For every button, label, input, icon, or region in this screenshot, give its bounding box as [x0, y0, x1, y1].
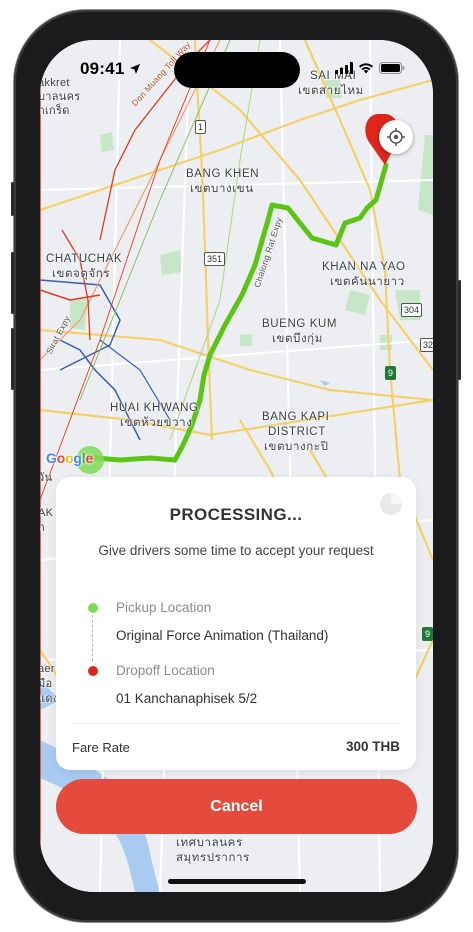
map-label-edge-mid-2: AK [40, 507, 54, 519]
map-label-bang-kapi-thai: เขตบางกะปิ [264, 441, 329, 453]
road-shield-9a: 9 [385, 366, 397, 380]
map-label-edge-low-2: มือ [40, 678, 53, 690]
processing-card: PROCESSING... Give drivers some time to … [56, 477, 416, 770]
cancel-button[interactable]: Cancel [56, 779, 417, 834]
location-arrow-icon [130, 64, 141, 74]
dropoff-dot-icon [88, 666, 98, 676]
home-indicator[interactable] [168, 879, 306, 884]
pickup-label: Pickup Location [116, 600, 212, 615]
map-label-bang-kapi-district: DISTRICT [268, 426, 326, 438]
map-label-huai-khwang-thai: เขตห้วยขวาง [120, 417, 193, 429]
card-title: PROCESSING... [169, 505, 303, 524]
screen: SAI MAI เขตสายไหม BANG KHEN เขตบางเขน CH… [40, 40, 433, 892]
power-button [458, 280, 461, 380]
map-label-samut-2: สมุทรปราการ [176, 852, 250, 864]
dropoff-value: 01 Kanchanaphisek 5/2 [116, 691, 258, 706]
map-label-bang-kapi: BANG KAPI [262, 411, 330, 423]
road-shield-32: 32 [420, 338, 433, 352]
dynamic-island [174, 52, 300, 88]
pickup-dot-icon [88, 603, 98, 613]
map-label-bueng-kum: BUENG KUM [262, 318, 338, 330]
map-label-edge-low-1: aer [40, 663, 55, 675]
status-bar: 09:41 [40, 40, 433, 94]
road-shield-351: 351 [204, 252, 226, 266]
map-label-bueng-kum-thai: เขตบึงกุ่ม [272, 333, 323, 345]
road-shield-304: 304 [401, 303, 423, 317]
action-button [11, 182, 14, 216]
divider [72, 723, 400, 724]
map-label-edge-mid-3: ก [40, 522, 45, 534]
map-label-edge-mid-1: วัน [40, 472, 53, 484]
map-label-chatuchak-thai: เขตจตุจักร [52, 268, 111, 280]
status-time-text: 09:41 [80, 59, 125, 78]
status-time: 09:41 [80, 59, 141, 79]
status-icons [335, 62, 405, 74]
google-logo: Google [46, 450, 94, 466]
road-shield-1: 1 [195, 120, 207, 134]
battery-icon [379, 62, 405, 74]
wifi-icon [359, 63, 373, 74]
road-shield-9b: 9 [422, 627, 433, 641]
pickup-value: Original Force Animation (Thailand) [116, 628, 329, 643]
my-location-button[interactable] [379, 120, 413, 154]
volume-down-button [11, 328, 14, 390]
volume-up-button [11, 252, 14, 314]
fare-value: 300 THB [345, 739, 400, 754]
map-label-bang-khen: BANG KHEN [186, 168, 260, 180]
map-label-khan-na-yao-thai: เขตคันนายาว [330, 276, 405, 288]
card-subtitle: Give drivers some time to accept your re… [98, 543, 374, 558]
fare-label: Fare Rate [72, 740, 130, 755]
map-label-edge-top-3: กเกร็ด [40, 105, 70, 117]
map-label-huai-khwang: HUAI KHWANG [110, 402, 199, 414]
dropoff-label: Dropoff Location [116, 663, 215, 678]
map-label-bang-khen-thai: เขตบางเขน [190, 183, 254, 195]
map-label-samut-1: เทศบาลนคร [176, 837, 243, 849]
crosshair-icon [387, 128, 405, 146]
cellular-signal-icon [335, 62, 353, 74]
map-label-khan-na-yao: KHAN NA YAO [322, 261, 406, 273]
route-connector [92, 615, 93, 661]
map-label-chatuchak: CHATUCHAK [46, 253, 123, 265]
